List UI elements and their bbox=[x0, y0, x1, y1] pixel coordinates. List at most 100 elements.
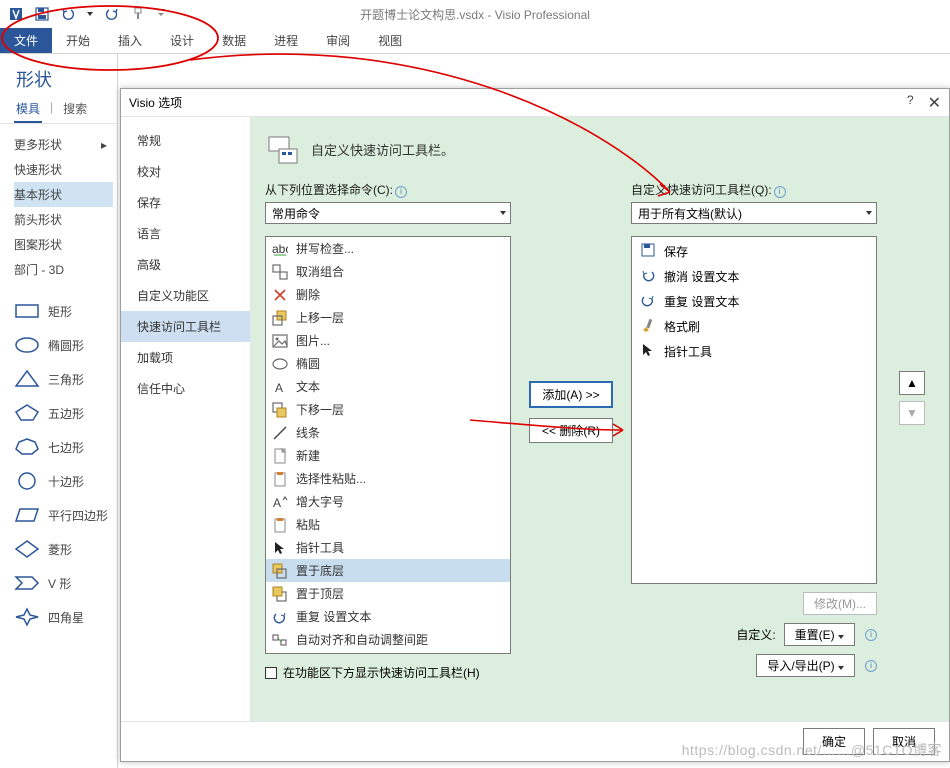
close-icon[interactable]: ✕ bbox=[928, 93, 941, 113]
redo-icon[interactable] bbox=[104, 6, 120, 22]
qat-customize-icon[interactable] bbox=[156, 6, 166, 22]
save-icon[interactable] bbox=[34, 6, 50, 22]
options-category-item[interactable]: 快速访问工具栏 bbox=[121, 311, 250, 342]
ribbon-tab-design[interactable]: 设计 bbox=[156, 28, 208, 53]
options-category-item[interactable]: 校对 bbox=[121, 156, 250, 187]
options-category-item[interactable]: 常规 bbox=[121, 125, 250, 156]
stencil-group-item[interactable]: 部门 - 3D bbox=[14, 257, 113, 282]
show-below-ribbon-checkbox[interactable] bbox=[265, 667, 277, 679]
commands-list[interactable]: abc拼写检查...取消组合删除上移一层图片...椭圆A文本下移一层线条新建选择… bbox=[265, 236, 511, 654]
qat-customize-large-icon bbox=[265, 131, 301, 167]
move-up-button[interactable]: ▲ bbox=[899, 371, 925, 395]
shape-item[interactable]: 五边形 bbox=[10, 396, 113, 430]
dialog-footer: 确定 取消 bbox=[121, 721, 949, 761]
info-icon[interactable]: i bbox=[865, 629, 877, 641]
options-category-item[interactable]: 信任中心 bbox=[121, 373, 250, 404]
shape-item[interactable]: 四角星 bbox=[10, 600, 113, 634]
command-item[interactable]: 上移一层 bbox=[266, 306, 510, 329]
command-item[interactable]: 置于底层 bbox=[266, 559, 510, 582]
info-icon[interactable]: i bbox=[865, 660, 877, 672]
ribbon-tab-home[interactable]: 开始 bbox=[52, 28, 104, 53]
ok-button[interactable]: 确定 bbox=[803, 728, 865, 755]
shape-item[interactable]: 椭圆形 bbox=[10, 328, 113, 362]
remove-button[interactable]: << 删除(R) bbox=[529, 418, 613, 443]
ribbon-tabs: 文件 开始 插入 设计 数据 进程 审阅 视图 bbox=[0, 28, 950, 54]
choose-commands-select[interactable]: 常用命令 bbox=[265, 202, 511, 224]
shape-icon bbox=[14, 540, 40, 558]
shape-item[interactable]: 十边形 bbox=[10, 464, 113, 498]
shapes-panel-tabs: 模具 | 搜索 bbox=[0, 96, 117, 124]
ribbon-tab-process[interactable]: 进程 bbox=[260, 28, 312, 53]
options-category-item[interactable]: 高级 bbox=[121, 249, 250, 280]
ribbon-tab-view[interactable]: 视图 bbox=[364, 28, 416, 53]
stencil-groups: 更多形状▸快速形状基本形状箭头形状图案形状部门 - 3D bbox=[0, 124, 117, 286]
options-category-item[interactable]: 自定义功能区 bbox=[121, 280, 250, 311]
shape-item[interactable]: 平行四边形 bbox=[10, 498, 113, 532]
command-item[interactable]: 自动对齐和自动调整间距 bbox=[266, 628, 510, 651]
help-icon[interactable]: ? bbox=[907, 93, 914, 113]
command-item[interactable]: abc拼写检查... bbox=[266, 237, 510, 260]
customize-qat-select[interactable]: 用于所有文档(默认) bbox=[631, 202, 877, 224]
ribbon-tab-review[interactable]: 审阅 bbox=[312, 28, 364, 53]
qat-item[interactable]: 指针工具 bbox=[634, 339, 874, 364]
stencil-group-item[interactable]: 更多形状▸ bbox=[14, 132, 113, 157]
command-item[interactable]: 新建 bbox=[266, 444, 510, 467]
brush-icon bbox=[640, 317, 656, 336]
search-tab[interactable]: 搜索 bbox=[61, 96, 89, 123]
info-icon[interactable]: i bbox=[395, 186, 407, 198]
command-item[interactable]: 取消组合 bbox=[266, 260, 510, 283]
command-item[interactable]: 椭圆 bbox=[266, 352, 510, 375]
info-icon[interactable]: i bbox=[774, 186, 786, 198]
cancel-button[interactable]: 取消 bbox=[873, 728, 935, 755]
visio-app-icon[interactable] bbox=[8, 6, 24, 22]
qat-item[interactable]: 格式刷 bbox=[634, 314, 874, 339]
bring-forward-icon bbox=[272, 310, 288, 326]
command-item[interactable]: 重复 设置文本 bbox=[266, 605, 510, 628]
dialog-title-text: Visio 选项 bbox=[129, 94, 182, 111]
add-button[interactable]: 添加(A) >> bbox=[529, 381, 613, 408]
import-export-button[interactable]: 导入/导出(P) bbox=[756, 654, 855, 677]
options-category-item[interactable]: 语言 bbox=[121, 218, 250, 249]
shape-item[interactable]: 七边形 bbox=[10, 430, 113, 464]
shape-item[interactable]: 矩形 bbox=[10, 294, 113, 328]
command-item[interactable]: 字号字号I▸ bbox=[266, 651, 510, 654]
qat-item[interactable]: 重复 设置文本 bbox=[634, 289, 874, 314]
stencil-group-item[interactable]: 图案形状 bbox=[14, 232, 113, 257]
stencil-group-item[interactable]: 快速形状 bbox=[14, 157, 113, 182]
reset-button[interactable]: 重置(E) bbox=[784, 623, 855, 646]
command-item[interactable]: 粘贴 bbox=[266, 513, 510, 536]
paste-special-icon bbox=[272, 471, 288, 487]
send-back-icon bbox=[272, 563, 288, 579]
stencil-group-item[interactable]: 基本形状 bbox=[14, 182, 113, 207]
command-item[interactable]: A增大字号 bbox=[266, 490, 510, 513]
command-item[interactable]: 下移一层 bbox=[266, 398, 510, 421]
ribbon-tab-file[interactable]: 文件 bbox=[0, 28, 52, 53]
modify-button: 修改(M)... bbox=[803, 592, 877, 615]
command-item[interactable]: 删除 bbox=[266, 283, 510, 306]
qat-item[interactable]: 保存 bbox=[634, 239, 874, 264]
qat-item[interactable]: 撤消 设置文本 bbox=[634, 264, 874, 289]
undo-dropdown-icon[interactable] bbox=[86, 6, 94, 22]
command-item[interactable]: 指针工具 bbox=[266, 536, 510, 559]
options-main-panel: 自定义快速访问工具栏。 从下列位置选择命令(C):i 常用命令 abc拼写检查.… bbox=[251, 117, 949, 721]
command-item[interactable]: 线条 bbox=[266, 421, 510, 444]
stencil-group-item[interactable]: 箭头形状 bbox=[14, 207, 113, 232]
undo-icon bbox=[640, 267, 656, 286]
shape-item[interactable]: V 形 bbox=[10, 566, 113, 600]
paste-icon bbox=[272, 517, 288, 533]
command-item[interactable]: A文本 bbox=[266, 375, 510, 398]
undo-icon[interactable] bbox=[60, 6, 76, 22]
qat-items-list[interactable]: 保存撤消 设置文本重复 设置文本格式刷指针工具 bbox=[631, 236, 877, 584]
shape-item[interactable]: 三角形 bbox=[10, 362, 113, 396]
ribbon-tab-insert[interactable]: 插入 bbox=[104, 28, 156, 53]
stencils-tab[interactable]: 模具 bbox=[14, 96, 42, 123]
options-category-item[interactable]: 加载项 bbox=[121, 342, 250, 373]
ribbon-tab-data[interactable]: 数据 bbox=[208, 28, 260, 53]
command-item[interactable]: 置于顶层 bbox=[266, 582, 510, 605]
options-category-item[interactable]: 保存 bbox=[121, 187, 250, 218]
command-item[interactable]: 选择性粘贴... bbox=[266, 467, 510, 490]
format-painter-icon[interactable] bbox=[130, 6, 146, 22]
command-item[interactable]: 图片... bbox=[266, 329, 510, 352]
shape-item[interactable]: 菱形 bbox=[10, 532, 113, 566]
shape-icon bbox=[14, 472, 40, 490]
